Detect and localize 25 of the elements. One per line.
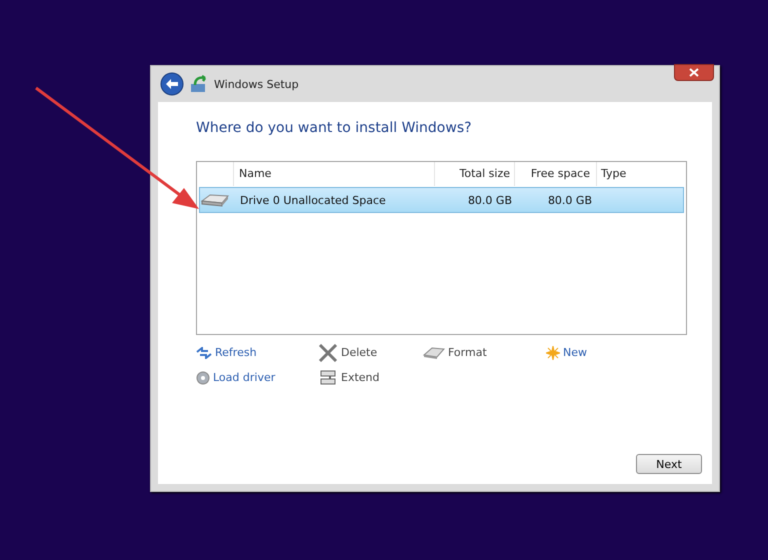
extend-icon [318, 368, 338, 386]
x-icon [318, 344, 338, 362]
column-header[interactable]: Total size [435, 162, 515, 186]
table-cell-text: 80.0 GB [466, 194, 513, 206]
column-header[interactable]: Free space [515, 162, 597, 186]
action-link[interactable]: Refresh [215, 346, 257, 359]
sparkle-icon [546, 346, 560, 360]
window-title: Windows Setup [214, 78, 299, 90]
refresh-icon [196, 346, 212, 358]
table-cell-text: 80.0 GB [546, 194, 593, 206]
eraser-icon [423, 346, 445, 360]
column-header[interactable]: Name [234, 162, 435, 186]
next-button[interactable]: Next [636, 454, 702, 474]
back-icon[interactable] [160, 72, 184, 96]
column-header[interactable]: Type [597, 162, 684, 186]
close-button[interactable] [674, 64, 714, 81]
action-link[interactable]: Load driver [213, 371, 276, 384]
page-heading: Where do you want to install Windows? [196, 120, 473, 136]
table-row[interactable]: Drive 0 Unallocated Space 80.0 GB 80.0 GB [199, 187, 684, 213]
drive-icon [200, 192, 230, 208]
disc-icon [196, 370, 210, 384]
action-link[interactable]: New [563, 346, 587, 359]
close-icon [689, 68, 699, 77]
setup-icon [190, 75, 208, 93]
table-cell-text: Drive 0 Unallocated Space [239, 194, 387, 206]
